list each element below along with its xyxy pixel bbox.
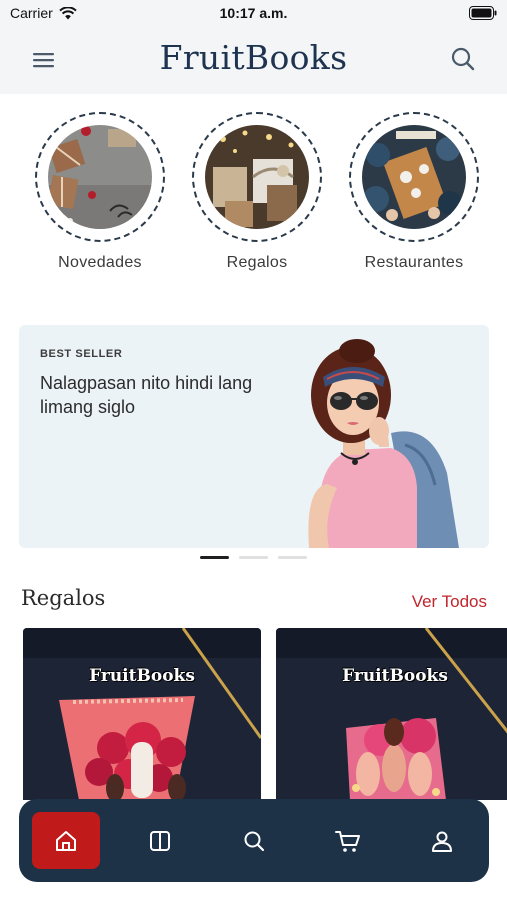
- category-label: Regalos: [226, 254, 288, 271]
- catalog-icon: [150, 830, 170, 851]
- section-title: Regalos: [21, 586, 106, 610]
- bottom-navigation: [19, 799, 489, 882]
- status-bar: Carrier 10:17 a.m.: [0, 0, 507, 26]
- carousel-indicator: [0, 556, 507, 559]
- carousel-dot-1[interactable]: [200, 556, 229, 559]
- home-icon: [56, 830, 76, 851]
- profile-icon: [432, 831, 452, 852]
- battery-icon: [469, 6, 497, 20]
- app-header: FruitBooks: [0, 26, 507, 94]
- category-label: Novedades: [58, 254, 142, 271]
- product-image: [276, 628, 507, 800]
- product-card[interactable]: FruitBooks: [276, 628, 507, 800]
- banner-eyebrow: BEST SELLER: [40, 348, 123, 360]
- category-image-restaurantes: [362, 125, 466, 229]
- banner-model-image: [308, 339, 459, 548]
- product-image: [23, 628, 261, 800]
- nav-search[interactable]: [220, 812, 288, 869]
- status-time: 10:17 a.m.: [219, 5, 288, 21]
- carousel-dot-3[interactable]: [278, 556, 307, 559]
- category-restaurantes[interactable]: Restaurantes: [339, 112, 489, 272]
- nav-catalog[interactable]: [126, 812, 194, 869]
- view-all-link[interactable]: Ver Todos: [412, 592, 487, 612]
- product-logo: FruitBooks: [89, 666, 195, 686]
- category-novedades[interactable]: Novedades: [25, 112, 175, 272]
- nav-home[interactable]: [32, 812, 100, 869]
- carousel-dot-2[interactable]: [239, 556, 268, 559]
- brand-logo[interactable]: FruitBooks: [0, 38, 507, 77]
- product-logo: FruitBooks: [342, 666, 448, 686]
- search-icon: [244, 831, 265, 851]
- nav-profile[interactable]: [408, 812, 476, 869]
- nav-cart[interactable]: [314, 812, 382, 869]
- category-label: Restaurantes: [364, 254, 464, 271]
- product-card[interactable]: FruitBooks: [23, 628, 261, 800]
- category-regalos[interactable]: Regalos: [182, 112, 332, 272]
- category-ring: [192, 112, 322, 242]
- category-ring: [35, 112, 165, 242]
- category-list: Novedades Regalos Restaurantes: [0, 112, 507, 287]
- search-icon: [451, 47, 475, 71]
- category-ring: [349, 112, 479, 242]
- category-image-novedades: [48, 125, 152, 229]
- banner-title: Nalagpasan nito hindi lang limang siglo: [40, 373, 253, 417]
- cart-icon: [335, 830, 360, 852]
- category-image-regalos: [205, 125, 309, 229]
- header-search-button[interactable]: [447, 43, 479, 75]
- promo-banner[interactable]: BEST SELLER Nalagpasan nito hindi lang l…: [19, 325, 489, 548]
- product-carousel: FruitBooks FruitBooks: [23, 628, 507, 800]
